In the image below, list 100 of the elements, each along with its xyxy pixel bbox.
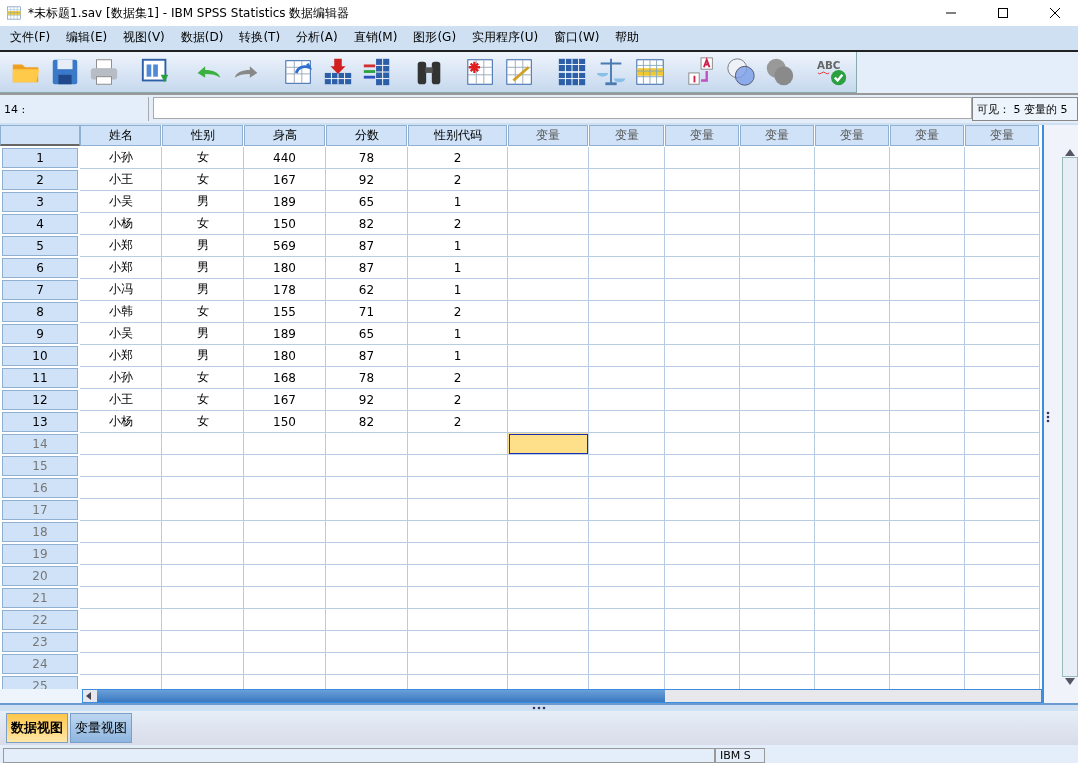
table-cell: 女 [162, 169, 244, 192]
row-header[interactable]: 6 [2, 258, 78, 279]
row-header[interactable]: 9 [2, 324, 78, 345]
column-header[interactable]: 变量 [815, 125, 889, 147]
active-cell[interactable] [508, 433, 589, 456]
table-cell: 1 [408, 235, 508, 258]
row-header[interactable]: 18 [2, 522, 78, 543]
column-header[interactable]: 身高 [244, 125, 325, 147]
table-cell: 65 [326, 191, 408, 214]
table-cell: 2 [408, 169, 508, 192]
column-header[interactable]: 姓名 [80, 125, 161, 147]
menu-item[interactable]: 分析(A) [288, 29, 346, 47]
table-cell: 男 [162, 345, 244, 368]
processor-status: IBM S [715, 748, 765, 763]
spell-check-text: ABC [816, 59, 841, 72]
column-header[interactable]: 变量 [665, 125, 739, 147]
table-cell: 小吴 [80, 323, 162, 346]
column-header[interactable]: 变量 [965, 125, 1039, 147]
maximize-icon [998, 8, 1008, 18]
table-cell: 155 [244, 301, 326, 324]
menu-item[interactable]: 视图(V) [115, 29, 173, 47]
menu-item[interactable]: 窗口(W) [546, 29, 608, 47]
table-cell: 男 [162, 323, 244, 346]
table-cell: 150 [244, 411, 326, 434]
table-cell: 65 [326, 323, 408, 346]
window-title: *未标题1.sav [数据集1] - IBM SPSS Statistics 数据编辑器 [28, 4, 351, 22]
table-cell: 2 [408, 301, 508, 324]
menu-item[interactable]: 编辑(E) [58, 29, 116, 47]
column-header[interactable]: 性别代码 [408, 125, 507, 147]
menu-item[interactable]: 文件(F) [2, 29, 59, 47]
menu-item[interactable]: 实用程序(U) [464, 29, 547, 47]
row-header[interactable]: 16 [2, 478, 78, 499]
row-header[interactable]: 1 [2, 148, 78, 169]
spell-check-button[interactable]: ABC [814, 54, 850, 91]
menu-item[interactable]: 帮助 [607, 29, 648, 47]
row-header[interactable]: 19 [2, 544, 78, 565]
row-header[interactable]: 10 [2, 346, 78, 367]
scrollbar-thumb[interactable] [97, 690, 665, 703]
table-cell: 女 [162, 367, 244, 390]
table-cell: 178 [244, 279, 326, 302]
table-cell: 小韩 [80, 301, 162, 324]
table-cell: 2 [408, 411, 508, 434]
row-header[interactable]: 15 [2, 456, 78, 477]
view-tab[interactable]: 数据视图 [6, 713, 68, 744]
table-cell: 男 [162, 279, 244, 302]
table-cell: 168 [244, 367, 326, 390]
table-cell: 1 [408, 257, 508, 280]
table-cell: 62 [326, 279, 408, 302]
row-header[interactable]: 11 [2, 368, 78, 389]
table-cell: 小郑 [80, 257, 162, 280]
table-cell: 男 [162, 257, 244, 280]
row-header[interactable]: 20 [2, 566, 78, 587]
table-cell: 小郑 [80, 345, 162, 368]
table-cell: 87 [326, 345, 408, 368]
row-header[interactable]: 8 [2, 302, 78, 323]
table-cell: 569 [244, 235, 326, 258]
row-header[interactable]: 3 [2, 192, 78, 213]
table-cell: 小杨 [80, 213, 162, 236]
table-cell: 180 [244, 345, 326, 368]
column-header[interactable]: 变量 [890, 125, 964, 147]
splitter-grip-icon[interactable] [532, 706, 546, 711]
table-cell: 87 [326, 257, 408, 280]
table-cell: 小王 [80, 169, 162, 192]
cell-editor-field[interactable] [153, 97, 972, 120]
column-header[interactable]: 分数 [326, 125, 407, 147]
table-cell: 189 [244, 323, 326, 346]
column-header[interactable]: 变量 [508, 125, 588, 147]
table-cell: 180 [244, 257, 326, 280]
row-header[interactable]: 12 [2, 390, 78, 411]
row-header[interactable]: 13 [2, 412, 78, 433]
table-cell: 2 [408, 367, 508, 390]
menu-item[interactable]: 直销(M) [345, 29, 406, 47]
table-cell: 82 [326, 411, 408, 434]
view-tab[interactable]: 变量视图 [70, 713, 132, 744]
column-header[interactable]: 性别 [162, 125, 243, 147]
table-cell: 女 [162, 301, 244, 324]
table-cell: 167 [244, 389, 326, 412]
row-header[interactable]: 4 [2, 214, 78, 235]
table-cell: 440 [244, 147, 326, 170]
table-cell: 小杨 [80, 411, 162, 434]
table-cell: 2 [408, 389, 508, 412]
table-cell: 男 [162, 191, 244, 214]
column-header[interactable]: 变量 [589, 125, 664, 147]
table-cell: 2 [408, 213, 508, 236]
table-cell: 1 [408, 345, 508, 368]
table-cell: 女 [162, 389, 244, 412]
row-header[interactable]: 17 [2, 500, 78, 521]
splitter-grip-icon[interactable] [1046, 411, 1050, 424]
minimize-icon [946, 12, 956, 14]
menu-item[interactable]: 转换(T) [231, 29, 289, 47]
table-cell: 87 [326, 235, 408, 258]
horizontal-scrollbar[interactable] [82, 689, 1042, 704]
row-header[interactable]: 5 [2, 236, 78, 257]
table-cell: 小吴 [80, 191, 162, 214]
row-header[interactable]: 7 [2, 280, 78, 301]
column-header[interactable]: 变量 [740, 125, 814, 147]
table-cell: 1 [408, 279, 508, 302]
menu-item[interactable]: 数据(D) [172, 29, 232, 47]
row-header[interactable]: 2 [2, 170, 78, 191]
menu-item[interactable]: 图形(G) [405, 29, 465, 47]
